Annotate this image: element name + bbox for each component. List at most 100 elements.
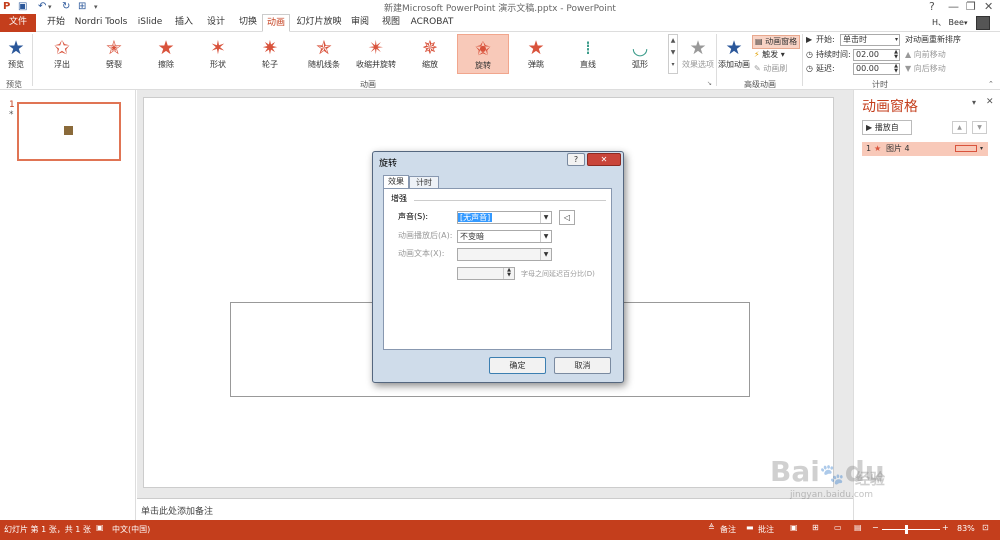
effect-line[interactable]: ⁞ 直线 bbox=[562, 34, 614, 74]
dialog-close-button[interactable]: ✕ bbox=[587, 153, 621, 166]
move-later-label: 向后移动 bbox=[913, 64, 946, 73]
zoom-level[interactable]: 83% bbox=[957, 524, 975, 533]
menu-view[interactable]: 视图 bbox=[378, 14, 404, 32]
pane-close-icon[interactable]: ✕ bbox=[986, 97, 994, 107]
slide-count: 幻灯片 第 1 张，共 1 张 bbox=[4, 525, 91, 534]
zoom-slider-thumb[interactable] bbox=[905, 525, 908, 534]
reading-view-icon[interactable]: ▭ bbox=[834, 523, 842, 532]
effect-wipe[interactable]: ★ 擦除 bbox=[140, 34, 192, 74]
menu-design[interactable]: 设计 bbox=[202, 14, 230, 32]
gallery-scroll[interactable]: ▲ ▼ ▾ bbox=[668, 34, 678, 74]
restore-button[interactable]: ❐ bbox=[966, 0, 976, 13]
normal-view-icon[interactable]: ▣ bbox=[790, 523, 798, 532]
slide-sorter-icon[interactable]: ⊞ bbox=[812, 523, 819, 532]
duration-clock-icon: ◷ bbox=[806, 50, 813, 59]
dialog-launcher-icon[interactable]: ↘ bbox=[707, 80, 712, 87]
start-select[interactable]: 单击时 ▾ bbox=[840, 34, 900, 46]
fit-slide-icon[interactable]: ⊡ bbox=[982, 523, 989, 532]
split-icon: ✭ bbox=[106, 37, 122, 59]
tab-effect[interactable]: 效果 bbox=[383, 175, 409, 189]
notes-pane[interactable]: 单击此处添加备注 bbox=[137, 498, 853, 520]
effect-wheel[interactable]: ✷ 轮子 bbox=[244, 34, 296, 74]
add-animation-icon: ★ bbox=[725, 37, 743, 59]
cancel-button[interactable]: 取消 bbox=[554, 357, 611, 374]
avatar[interactable] bbox=[976, 16, 990, 30]
effect-options-label: 效果选项 bbox=[682, 60, 714, 69]
move-earlier-button[interactable]: ▲ 向前移动 bbox=[905, 49, 946, 61]
effect-spin[interactable]: ✬ 旋转 bbox=[457, 34, 509, 74]
letter-delay-input[interactable]: ▲ ▼ bbox=[457, 267, 515, 280]
effect-random-bars[interactable]: ✯ 随机线条 bbox=[298, 34, 350, 74]
effect-split[interactable]: ✭ 劈裂 bbox=[88, 34, 140, 74]
effect-arc[interactable]: ◡ 弧形 bbox=[614, 34, 666, 74]
dialog-help-button[interactable]: ? bbox=[567, 153, 585, 166]
effect-bounce[interactable]: ★ 弹跳 bbox=[510, 34, 562, 74]
add-animation-button[interactable]: ★ 添加动画 bbox=[717, 34, 751, 74]
window-title: 新建Microsoft PowerPoint 演示文稿.pptx - Power… bbox=[384, 4, 616, 14]
ok-button[interactable]: 确定 bbox=[489, 357, 546, 374]
move-later-button[interactable]: ▼ 向后移动 bbox=[905, 63, 946, 75]
animation-pane-label: 动画窗格 bbox=[765, 37, 798, 46]
slideshow-view-icon[interactable]: ▤ bbox=[854, 523, 862, 532]
effect-float-in[interactable]: ✩ 浮出 bbox=[36, 34, 88, 74]
animation-painter-button[interactable]: ✎ 动画刷 bbox=[754, 63, 787, 75]
move-up-icon[interactable]: ▲ bbox=[952, 121, 967, 134]
notes-icon[interactable]: ≜ bbox=[708, 523, 715, 532]
after-animation-select[interactable]: 不变暗 ▼ bbox=[457, 230, 552, 243]
duration-spinner-icon[interactable]: ▲ ▼ bbox=[894, 50, 898, 60]
help-button[interactable]: ? bbox=[929, 0, 935, 13]
delay-spinner-icon[interactable]: ▲ ▼ bbox=[894, 64, 898, 74]
animation-item-star-icon: ★ bbox=[874, 144, 882, 153]
start-label: 开始: bbox=[816, 35, 835, 44]
user-dropdown-icon[interactable]: ▾ bbox=[964, 17, 968, 29]
after-animation-value: 不变暗 bbox=[460, 232, 484, 241]
delay-input[interactable]: 00.00 ▲ ▼ bbox=[853, 63, 900, 75]
effect-label: 轮子 bbox=[262, 60, 278, 69]
spellcheck-icon[interactable]: ▣ bbox=[96, 523, 104, 532]
animation-list-item[interactable]: 1 ★ 图片 4 ▾ bbox=[862, 142, 988, 156]
effect-shrink-turn[interactable]: ✴ 收缩并旋转 bbox=[350, 34, 402, 74]
close-button[interactable]: ✕ bbox=[984, 0, 993, 13]
arc-path-icon: ◡ bbox=[631, 37, 649, 59]
sound-select[interactable]: [无声音] ▼ bbox=[457, 211, 552, 224]
dialog-title: 旋转 bbox=[379, 159, 398, 169]
move-down-icon[interactable]: ▼ bbox=[972, 121, 987, 134]
animation-pane-button[interactable]: ▤ 动画窗格 bbox=[752, 35, 801, 49]
duration-input[interactable]: 02.00 ▲ ▼ bbox=[853, 49, 900, 61]
menu-file[interactable]: 文件 bbox=[0, 14, 36, 32]
comments-icon[interactable]: ▬ bbox=[746, 523, 754, 532]
slide-thumbnail[interactable] bbox=[17, 102, 121, 161]
effect-options-button[interactable]: ★ 效果选项 bbox=[680, 34, 716, 74]
effect-label: 弧形 bbox=[632, 60, 648, 69]
move-earlier-label: 向前移动 bbox=[913, 50, 946, 59]
menu-islide[interactable]: iSlide bbox=[134, 14, 166, 32]
animate-text-select[interactable]: ▼ bbox=[457, 248, 552, 261]
trigger-button[interactable]: ⚡ 触发 ▾ bbox=[754, 49, 785, 61]
menu-insert[interactable]: 插入 bbox=[170, 14, 198, 32]
animation-item-dropdown-icon[interactable]: ▾ bbox=[980, 142, 983, 156]
language[interactable]: 中文(中国) bbox=[112, 524, 150, 535]
menu-acrobat[interactable]: ACROBAT bbox=[410, 14, 454, 32]
collapse-ribbon-icon[interactable]: ⌃ bbox=[988, 80, 994, 88]
menu-review[interactable]: 审阅 bbox=[347, 14, 373, 32]
comments-toggle[interactable]: 批注 bbox=[758, 524, 774, 535]
effect-shape[interactable]: ✶ 形状 bbox=[192, 34, 244, 74]
zoom-out-icon[interactable]: − bbox=[872, 523, 879, 532]
user-name[interactable]: H、 Bee bbox=[932, 17, 964, 29]
minimize-button[interactable]: — bbox=[948, 0, 959, 13]
menu-animations[interactable]: 动画 bbox=[262, 14, 290, 32]
menu-slideshow[interactable]: 幻灯片放映 bbox=[295, 14, 343, 32]
menu-nordri-tools[interactable]: Nordri Tools bbox=[74, 14, 128, 32]
preview-button[interactable]: ★ 预览 bbox=[2, 34, 30, 74]
animation-item-index: 1 bbox=[866, 144, 872, 153]
menu-transitions[interactable]: 切换 bbox=[234, 14, 262, 32]
speaker-icon[interactable]: ◁ bbox=[559, 210, 575, 225]
zoom-slider[interactable] bbox=[882, 529, 940, 530]
zoom-in-icon[interactable]: + bbox=[942, 523, 949, 532]
sound-value: [无声音] bbox=[458, 213, 493, 222]
play-from-button[interactable]: ▶ 播放自 bbox=[862, 120, 912, 135]
effect-zoom[interactable]: ✵ 缩放 bbox=[404, 34, 456, 74]
menu-home[interactable]: 开始 bbox=[42, 14, 70, 32]
notes-toggle[interactable]: 备注 bbox=[720, 524, 736, 535]
pane-options-icon[interactable]: ▾ bbox=[972, 98, 976, 107]
